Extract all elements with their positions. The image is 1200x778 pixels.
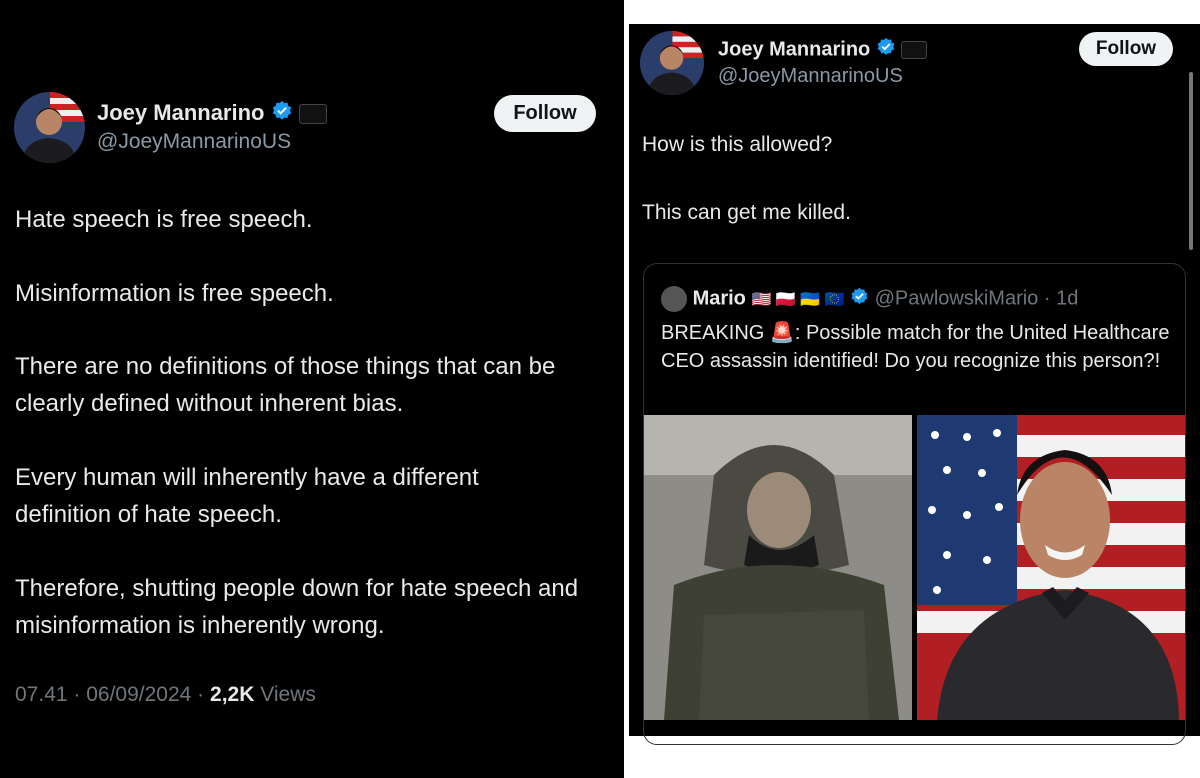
tweet-paragraph: Misinformation is free speech. <box>15 280 334 307</box>
right-tweet-panel: Joey Mannarino @JoeyMannarinoUS Follow H… <box>629 24 1200 745</box>
quoted-author-handle[interactable]: @PawlowskiMario <box>875 287 1039 309</box>
author-name-text[interactable]: Joey Mannarino <box>718 38 870 60</box>
quoted-photo-author[interactable] <box>917 415 1185 720</box>
siren-icon: 🚨 <box>769 322 795 344</box>
quoted-tweet[interactable]: Mario 🇺🇸 🇵🇱 🇺🇦 🇪🇺 @PawlowskiMario · 1d B… <box>643 263 1186 745</box>
author-handle[interactable]: @JoeyMannarinoUS <box>97 130 291 154</box>
quoted-photo-suspect[interactable] <box>644 415 912 720</box>
author-avatar[interactable] <box>14 92 85 163</box>
tweet-paragraph: Therefore, shutting people down for hate… <box>15 575 579 639</box>
verified-badge-icon <box>850 287 869 312</box>
tweet-metadata: 07.41 · 06/09/2024 · 2,2K Views <box>15 683 316 706</box>
tweet-date[interactable]: 06/09/2024 <box>86 683 191 706</box>
quoted-tweet-age[interactable]: 1d <box>1056 287 1078 309</box>
quoted-author-flags: 🇺🇸 🇵🇱 🇺🇦 🇪🇺 <box>751 291 845 309</box>
quoted-tweet-text: BREAKING 🚨: Possible match for the Unite… <box>661 319 1181 375</box>
author-name-text[interactable]: Joey Mannarino <box>97 100 264 125</box>
scrollbar[interactable] <box>1189 72 1193 250</box>
quoted-author-avatar[interactable] <box>661 286 687 312</box>
tweet-paragraph: Every human will inherently have a diffe… <box>15 464 479 528</box>
affiliation-badge-icon <box>901 41 928 59</box>
author-name[interactable]: Joey Mannarino <box>718 37 928 63</box>
author-avatar[interactable] <box>640 31 704 95</box>
tweet-paragraph: How is this allowed? <box>642 133 833 156</box>
verified-badge-icon <box>271 100 293 128</box>
tweet-paragraph: Hate speech is free speech. <box>15 206 313 233</box>
affiliation-badge-icon <box>298 104 327 125</box>
quoted-text-start: BREAKING <box>661 322 765 344</box>
tweet-paragraph: This can get me killed. <box>642 201 851 224</box>
follow-button[interactable]: Follow <box>1079 32 1173 66</box>
left-tweet-panel: Joey Mannarino @JoeyMannarinoUS Follow H… <box>0 0 624 778</box>
author-handle[interactable]: @JoeyMannarinoUS <box>718 65 903 88</box>
tweet-time[interactable]: 07.41 <box>15 683 68 706</box>
views-label: Views <box>260 683 316 706</box>
tweet-paragraph: There are no definitions of those things… <box>15 353 556 417</box>
quoted-tweet-header: Mario 🇺🇸 🇵🇱 🇺🇦 🇪🇺 @PawlowskiMario · 1d <box>661 286 1078 312</box>
views-count: 2,2K <box>210 683 255 706</box>
follow-button[interactable]: Follow <box>494 95 596 132</box>
author-name[interactable]: Joey Mannarino <box>97 100 327 128</box>
verified-badge-icon <box>876 37 896 63</box>
quoted-author-name[interactable]: Mario <box>693 287 746 309</box>
